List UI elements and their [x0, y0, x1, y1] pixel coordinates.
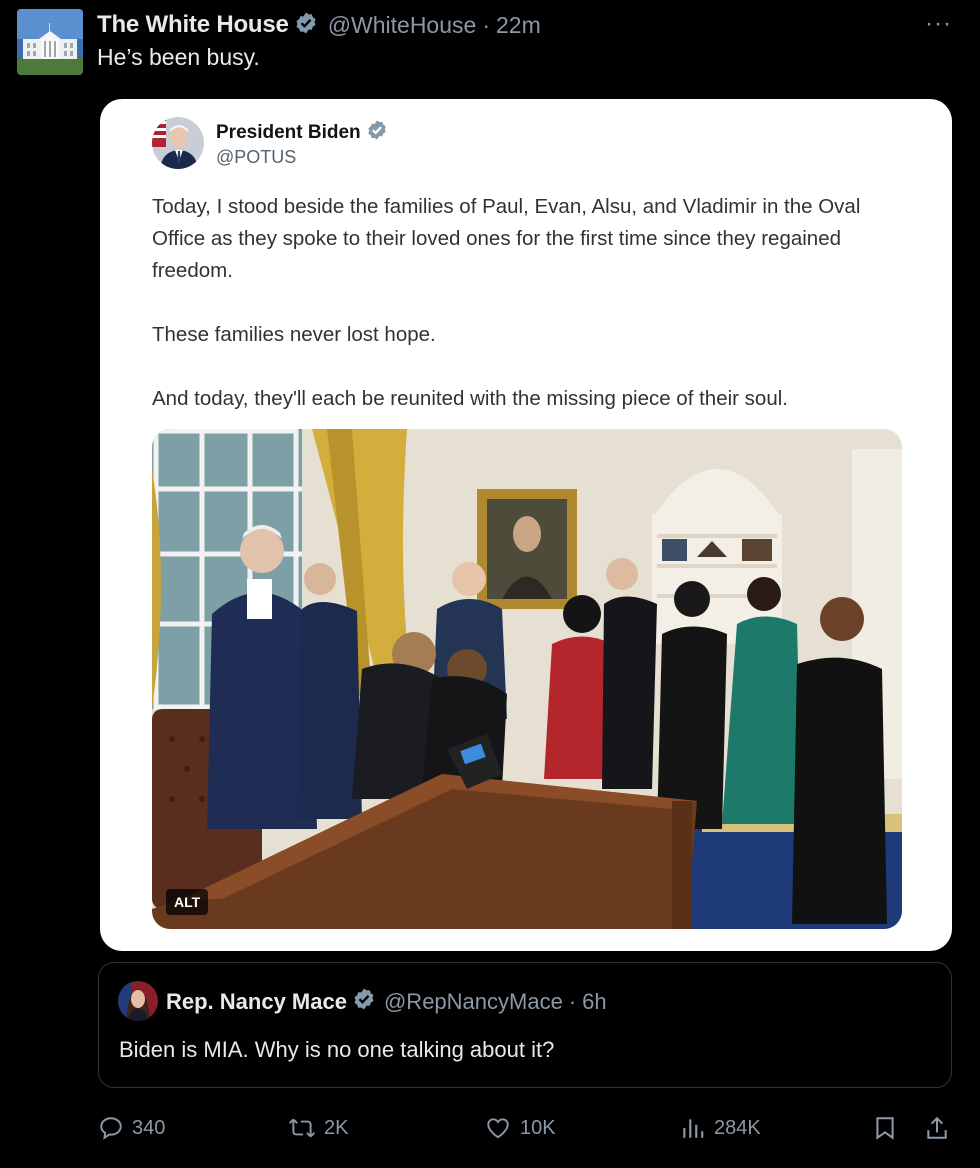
nested-tweet-text: Biden is MIA. Why is no one talking abou… [119, 1037, 555, 1062]
alt-text-badge[interactable]: ALT [166, 889, 209, 915]
views-count: 284K [714, 1116, 761, 1139]
author-handle[interactable]: @WhiteHouse [328, 12, 477, 39]
heart-icon [487, 1118, 509, 1139]
verified-gray-icon [294, 11, 318, 40]
repost-button[interactable]: 2K [288, 1108, 348, 1148]
tweet-text: He’s been busy. [97, 44, 260, 70]
reply-count: 340 [132, 1116, 166, 1139]
verified-gray-icon [366, 119, 388, 147]
dot-separator: · [482, 11, 490, 38]
share-icon [927, 1116, 947, 1139]
nested-quote-header: Rep. Nancy Mace @RepNancyMace · 6h [166, 987, 607, 1016]
nested-quote-tweet[interactable]: Rep. Nancy Mace @RepNancyMace · 6h Biden… [98, 962, 952, 1088]
quoted-paragraph: And today, they'll each be reunited with… [152, 387, 788, 410]
author-name[interactable]: The White House [97, 11, 289, 39]
more-options-icon[interactable]: ··· [925, 10, 952, 38]
quoted-author-name-text: President Biden [216, 122, 361, 143]
like-count: 10K [520, 1116, 556, 1139]
bookmark-icon [876, 1117, 894, 1140]
quoted-paragraph: Today, I stood beside the families of Pa… [152, 195, 861, 282]
quoted-author-name[interactable]: President Biden [216, 119, 388, 147]
views-chart-icon [683, 1119, 704, 1138]
verified-gray-icon [352, 987, 376, 1016]
share-button[interactable] [924, 1108, 958, 1148]
quoted-tweet-text: Today, I stood beside the families of Pa… [152, 191, 912, 447]
biden-avatar[interactable] [152, 117, 204, 169]
nested-author-handle[interactable]: @RepNancyMace [384, 989, 563, 1015]
tweet-header: The White House @WhiteHouse · 22m [97, 10, 541, 40]
dot-separator: · [568, 988, 577, 1014]
white-house-avatar[interactable] [17, 9, 83, 75]
quoted-tweet-card[interactable]: President Biden @POTUS Today, I stood be… [100, 99, 952, 951]
tweet-time[interactable]: 22m [496, 12, 541, 39]
reply-button[interactable]: 340 [98, 1108, 165, 1148]
nested-author-name[interactable]: Rep. Nancy Mace [166, 989, 347, 1015]
tweet-action-bar: 340 2K 10K 284K [0, 1108, 980, 1148]
nested-tweet-time[interactable]: 6h [582, 989, 606, 1015]
nancy-mace-avatar[interactable] [118, 981, 158, 1021]
repost-icon [288, 1118, 316, 1138]
quoted-paragraph: These families never lost hope. [152, 323, 436, 346]
reply-icon [100, 1117, 122, 1140]
views-button[interactable]: 284K [680, 1108, 761, 1148]
repost-count: 2K [324, 1116, 349, 1139]
like-button[interactable]: 10K [484, 1108, 556, 1148]
bookmark-button[interactable] [872, 1108, 906, 1148]
oval-office-photo[interactable]: ALT [152, 429, 902, 929]
quoted-author-handle[interactable]: @POTUS [216, 147, 296, 168]
